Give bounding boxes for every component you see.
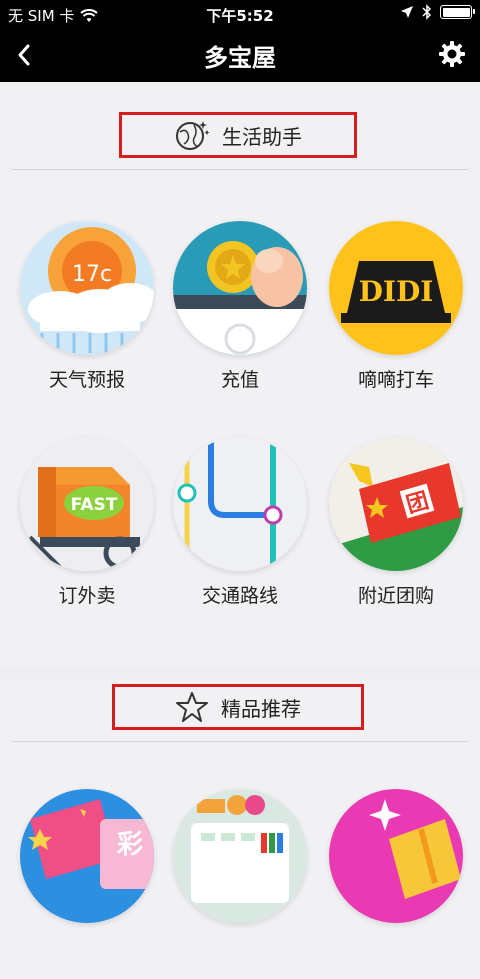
weather-temp-badge: 17c [72, 262, 112, 287]
didi-badge: DIDI [359, 275, 434, 308]
grid-item-weather[interactable]: 17c 天气预报 [17, 221, 157, 411]
battery-icon [440, 5, 475, 19]
gear-icon[interactable] [438, 40, 466, 68]
nav-bar: 多宝屋 [0, 28, 480, 82]
section-title: 精品推荐 [221, 696, 301, 721]
page-title: 多宝屋 [204, 44, 276, 72]
weather-icon: 17c [20, 221, 154, 355]
section-divider [12, 169, 468, 170]
grid-item-label: 天气预报 [48, 369, 125, 391]
status-bar: 无 SIM 卡 下午5:52 [0, 0, 480, 28]
lottery-icon: 彩 [20, 789, 154, 923]
delivery-box-icon: FAST [20, 437, 154, 571]
grid-item-label: 嘀嘀打车 [357, 369, 434, 391]
location-arrow-icon [401, 6, 413, 18]
globe-sparkle-icon [176, 121, 210, 150]
gift-sparkle-icon [329, 789, 463, 923]
grid-item-route[interactable]: 交通路线 [170, 437, 310, 627]
section-header-life-assistant: 生活助手 [0, 100, 480, 170]
grid-item-gift[interactable] [326, 789, 466, 979]
section-title-frame: 精品推荐 [112, 684, 364, 730]
grid-item-takeout[interactable]: FAST 订外卖 [17, 437, 157, 627]
grid-item-group-buy[interactable]: 团 附近团购 [326, 437, 466, 627]
fast-badge: FAST [71, 495, 118, 515]
section-divider [12, 741, 468, 742]
grid-item-didi[interactable]: DIDI 嘀嘀打车 [326, 221, 466, 411]
bluetooth-icon [422, 4, 432, 20]
grid-item-label: 附近团购 [357, 585, 434, 607]
grid-item-recharge[interactable]: 充值 [170, 221, 310, 411]
didi-taxi-icon: DIDI [329, 221, 463, 355]
grid-item-label: 订外卖 [58, 585, 116, 607]
section-title: 生活助手 [222, 124, 302, 149]
coin-recharge-icon [173, 221, 307, 355]
lottery-badge: 彩 [116, 830, 143, 860]
grid-item-label: 交通路线 [201, 585, 278, 607]
group-buy-ticket-icon: 团 [329, 437, 463, 571]
grid-item-lottery[interactable]: 彩 [17, 789, 157, 979]
grid-item-label: 充值 [220, 369, 259, 391]
app-grid-icon [173, 789, 307, 923]
section-title-frame: 生活助手 [119, 112, 357, 158]
star-outline-icon [176, 692, 208, 722]
subway-map-icon [173, 437, 307, 571]
section-header-recommended: 精品推荐 [0, 672, 480, 742]
grid-item-app-recommend[interactable] [170, 789, 310, 979]
